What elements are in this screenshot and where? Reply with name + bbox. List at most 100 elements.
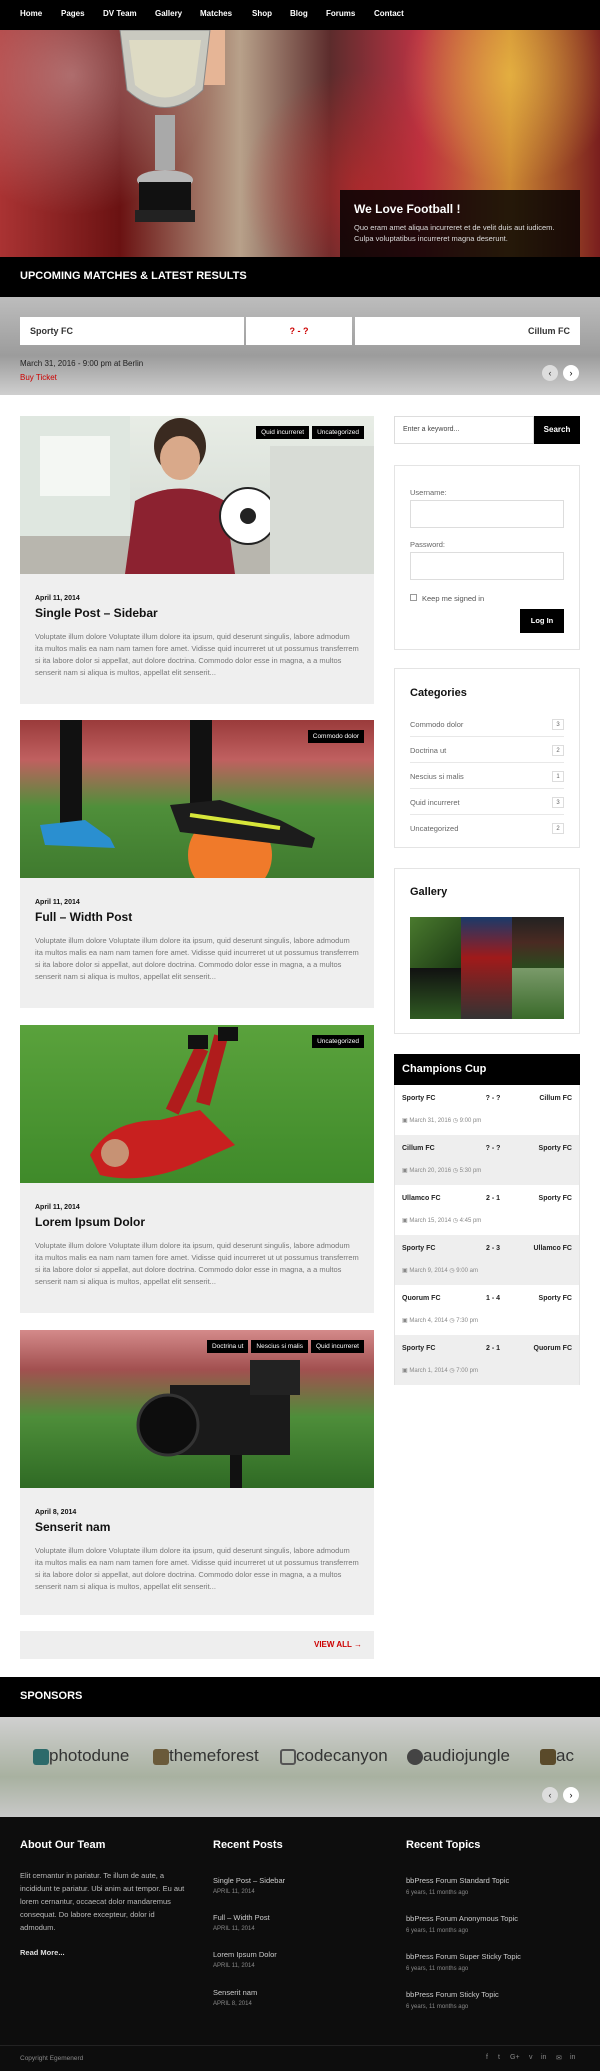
tag-quid-incurreret[interactable]: Quid incurreret (311, 1340, 364, 1353)
tag-doctrina-ut[interactable]: Doctrina ut (206, 1340, 249, 1353)
hero-caption: We Love Football ! Quo eram amet aliqua … (340, 190, 580, 257)
match-date: March 4, 2014 (409, 1318, 448, 1324)
post-tags: Quid incurreret Uncategorized (253, 426, 364, 439)
google-plus-icon[interactable]: G+ (510, 2054, 520, 2061)
nav-dv-team[interactable]: DV Team (103, 9, 137, 18)
nav-shop[interactable]: Shop (252, 9, 272, 18)
recent-post-link[interactable]: Lorem Ipsum Dolor (213, 1950, 277, 1959)
password-label: Password: (410, 540, 446, 549)
match-time: 7:00 pm (456, 1368, 478, 1374)
clock-icon: ◷ (447, 1368, 457, 1374)
photodune-icon (33, 1748, 49, 1765)
facebook-icon[interactable]: f (486, 2054, 488, 2061)
footer-recent-topics: Recent Topics bbPress Forum Standard Top… (406, 1839, 580, 2010)
sponsor-logo[interactable]: themeforest (153, 1746, 259, 1766)
nav-blog[interactable]: Blog (290, 9, 308, 18)
topic-link[interactable]: bbPress Forum Anonymous Topic (406, 1914, 518, 1923)
post-date: April 11, 2014 (35, 899, 80, 906)
sponsor-logo[interactable]: photodune (33, 1746, 129, 1766)
nav-gallery[interactable]: Gallery (155, 9, 182, 18)
remember-checkbox[interactable] (410, 594, 417, 601)
username-field[interactable] (410, 500, 564, 528)
next-arrow-icon[interactable]: › (563, 365, 579, 381)
topic-link[interactable]: bbPress Forum Standard Topic (406, 1876, 509, 1885)
sponsor-logo[interactable]: codecanyon (280, 1746, 388, 1766)
home-team: Sporty FC (402, 1095, 436, 1102)
post-card[interactable]: Uncategorized April 11, 2014 Lorem Ipsum… (20, 1025, 374, 1313)
nav-home[interactable]: Home (20, 9, 42, 18)
recent-post-link[interactable]: Full – Width Post (213, 1913, 270, 1922)
champions-row[interactable]: Sporty FC ? - ? Cillum FC ▣ March 31, 2016 … (395, 1085, 579, 1135)
category-item[interactable]: Doctrina ut 2 (410, 739, 564, 763)
login-button[interactable]: Log In (520, 609, 564, 633)
post-title[interactable]: Single Post – Sidebar (35, 606, 158, 620)
view-all-link[interactable]: VIEW ALL → (314, 1640, 362, 1649)
nav-pages[interactable]: Pages (61, 9, 85, 18)
nav-contact[interactable]: Contact (374, 9, 404, 18)
prev-arrow-icon[interactable]: ‹ (542, 1787, 558, 1803)
match-score: ? - ? (485, 1095, 501, 1102)
category-item[interactable]: Commodo dolor 3 (410, 713, 564, 737)
champions-row[interactable]: Sporty FC 2 - 1 Quorum FC ▣ March 1, 2014 ◷… (395, 1335, 579, 1385)
post-image[interactable]: Commodo dolor (20, 720, 374, 878)
champions-row[interactable]: Cillum FC ? - ? Sporty FC ▣ March 20, 2016 … (395, 1135, 579, 1185)
tag-uncategorized[interactable]: Uncategorized (312, 1035, 364, 1048)
post-card[interactable]: Commodo dolor April 11, 2014 Full – Widt… (20, 720, 374, 1008)
gallery-thumb[interactable] (410, 968, 461, 1019)
search-button[interactable]: Search (534, 416, 580, 444)
tag-quid-incurreret[interactable]: Quid incurreret (256, 426, 310, 439)
champions-row[interactable]: Sporty FC 2 - 3 Ullamco FC ▣ March 9, 2014 … (395, 1235, 579, 1285)
nav-forums[interactable]: Forums (326, 9, 355, 18)
prev-arrow-icon[interactable]: ‹ (542, 365, 558, 381)
recent-post-date: APRIL 11, 2014 (213, 1889, 255, 1895)
post-card[interactable]: Quid incurreret Uncategorized April 11, 2… (20, 416, 374, 704)
champions-row[interactable]: Quorum FC 1 - 4 Sporty FC ▣ March 4, 2014 ◷… (395, 1285, 579, 1335)
match-date: March 31, 2016 (409, 1118, 452, 1124)
topic-age: 6 years, 11 months ago (406, 1928, 469, 1934)
post-image[interactable]: Doctrina ut Nescius si malis Quid incurrer… (20, 1330, 374, 1488)
post-title[interactable]: Senserit nam (35, 1520, 110, 1534)
instagram-icon[interactable]: in (570, 2054, 575, 2061)
linkedin-icon[interactable]: in (541, 2054, 546, 2061)
buy-ticket-link[interactable]: Buy Ticket (20, 373, 57, 382)
post-card[interactable]: Doctrina ut Nescius si malis Quid incurrer… (20, 1330, 374, 1615)
vimeo-icon[interactable]: v (529, 2054, 533, 2061)
search-input[interactable]: Enter a keyword... (394, 416, 534, 444)
topic-link[interactable]: bbPress Forum Super Sticky Topic (406, 1952, 521, 1961)
post-image[interactable]: Quid incurreret Uncategorized (20, 416, 374, 574)
category-item[interactable]: Uncategorized 2 (410, 817, 564, 841)
sponsor-name: audiojungle (423, 1746, 510, 1765)
codecanyon-icon (280, 1748, 296, 1765)
category-name: Uncategorized (410, 824, 459, 833)
nav-matches[interactable]: Matches (200, 9, 232, 18)
next-arrow-icon[interactable]: › (563, 1787, 579, 1803)
sponsor-logo[interactable]: audiojungle (407, 1746, 510, 1766)
read-more-link[interactable]: Read More... (20, 1948, 190, 1957)
gallery-thumb[interactable] (461, 917, 512, 1019)
email-icon[interactable]: ✉ (556, 2054, 562, 2062)
tag-uncategorized[interactable]: Uncategorized (312, 426, 364, 439)
post-title[interactable]: Full – Width Post (35, 910, 132, 924)
category-item[interactable]: Quid incurreret 3 (410, 791, 564, 815)
post-image[interactable]: Uncategorized (20, 1025, 374, 1183)
gallery-thumb[interactable] (512, 968, 564, 1019)
tag-nescius-si-malis[interactable]: Nescius si malis (251, 1340, 308, 1353)
twitter-icon[interactable]: t (498, 2054, 500, 2061)
away-team: Quorum FC (533, 1345, 573, 1352)
champions-row[interactable]: Ullamco FC 2 - 1 Sporty FC ▣ March 15, 2014… (395, 1185, 579, 1235)
topic-link[interactable]: bbPress Forum Sticky Topic (406, 1990, 499, 1999)
gallery-thumb[interactable] (512, 917, 564, 968)
match-time: 7:30 pm (456, 1318, 478, 1324)
match-date: March 1, 2014 (409, 1368, 448, 1374)
post-title[interactable]: Lorem Ipsum Dolor (35, 1215, 145, 1229)
password-field[interactable] (410, 552, 564, 580)
recent-post-link[interactable]: Senserit nam (213, 1988, 257, 1997)
recent-post-link[interactable]: Single Post – Sidebar (213, 1876, 285, 1885)
category-count: 1 (552, 771, 564, 782)
home-team: Ullamco FC (402, 1195, 441, 1202)
category-item[interactable]: Nescius si malis 1 (410, 765, 564, 789)
tag-commodo-dolor[interactable]: Commodo dolor (307, 730, 364, 743)
sponsor-logo[interactable]: ac (540, 1746, 574, 1766)
gallery-thumb[interactable] (410, 917, 461, 968)
login-widget: Username: Password: Keep me signed in Lo… (394, 465, 580, 650)
